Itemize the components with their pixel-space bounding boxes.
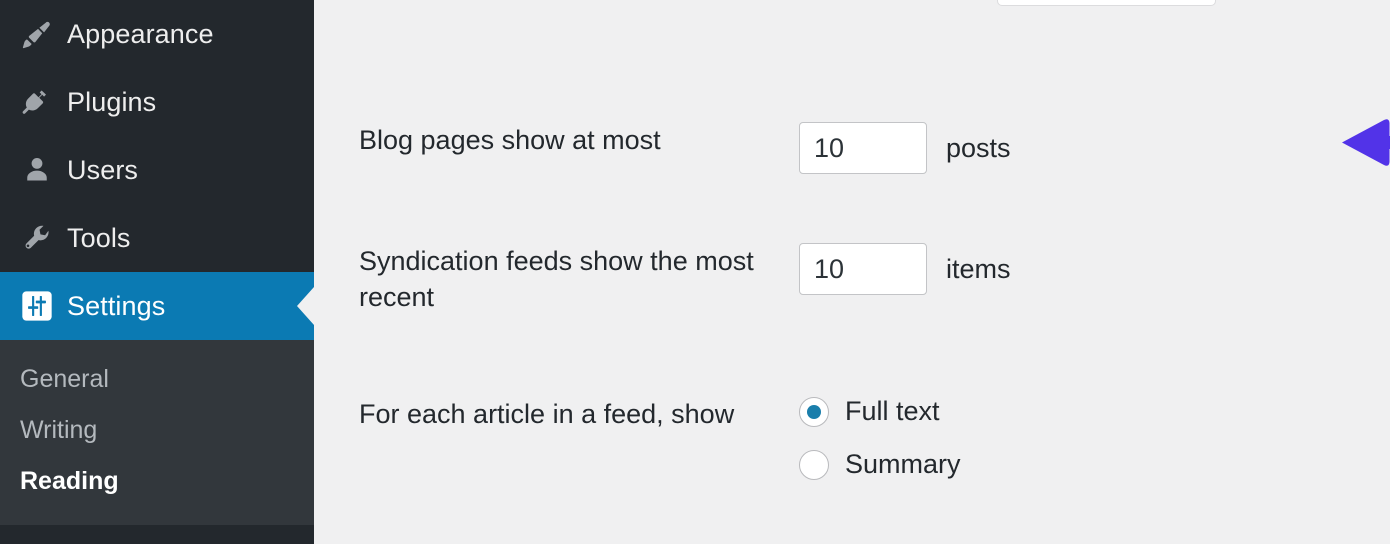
radio-button-summary[interactable] xyxy=(799,449,829,480)
radio-button-full-text[interactable] xyxy=(799,396,829,427)
syndication-feeds-label: Syndication feeds show the most recent xyxy=(359,246,754,312)
sidebar-item-tools[interactable]: Tools xyxy=(0,204,314,272)
submenu-item-writing[interactable]: Writing xyxy=(0,405,314,456)
wrench-icon xyxy=(14,223,60,253)
sidebar-item-users[interactable]: Users xyxy=(0,136,314,204)
partial-field-above-fold[interactable] xyxy=(997,0,1216,6)
settings-reading-content: Blog pages show at most posts Syndicatio… xyxy=(314,0,1390,544)
annotation-arrow-icon xyxy=(1342,119,1390,166)
blog-pages-field: posts xyxy=(799,122,1011,174)
user-icon xyxy=(14,155,60,185)
submenu-item-reading[interactable]: Reading xyxy=(0,456,314,507)
sidebar-item-label: Settings xyxy=(67,290,166,321)
paintbrush-icon xyxy=(14,19,60,49)
radio-label-full-text: Full text xyxy=(845,396,940,426)
syndication-feeds-input[interactable] xyxy=(799,243,927,295)
syndication-feeds-field: items xyxy=(799,243,1011,295)
submenu-item-general[interactable]: General xyxy=(0,354,314,405)
sidebar-item-appearance[interactable]: Appearance xyxy=(0,0,314,68)
blog-pages-row: Blog pages show at most posts xyxy=(359,122,1011,174)
radio-label-summary: Summary xyxy=(845,449,961,479)
sliders-icon xyxy=(14,290,60,322)
feed-article-label: For each article in a feed, show xyxy=(359,399,735,429)
radio-option-full-text[interactable]: Full text xyxy=(799,396,961,427)
blog-pages-unit: posts xyxy=(946,132,1011,163)
radio-dot-icon xyxy=(807,404,821,419)
syndication-feeds-row: Syndication feeds show the most recent i… xyxy=(359,243,1011,315)
plug-icon xyxy=(14,87,60,117)
feed-article-row: For each article in a feed, show Full te… xyxy=(359,396,961,480)
feed-article-options: Full text Summary xyxy=(799,396,961,480)
settings-submenu: General Writing Reading xyxy=(0,340,314,525)
sidebar-item-label: Plugins xyxy=(67,86,157,117)
sidebar-item-label: Users xyxy=(67,154,139,185)
blog-pages-label: Blog pages show at most xyxy=(359,125,661,155)
radio-option-summary[interactable]: Summary xyxy=(799,449,961,480)
sidebar-item-label: Appearance xyxy=(67,18,214,49)
sidebar-item-label: Tools xyxy=(67,222,131,253)
sidebar-item-settings[interactable]: Settings xyxy=(0,272,314,340)
blog-pages-input[interactable] xyxy=(799,122,927,174)
admin-sidebar: Appearance Plugins Users Tools Settings … xyxy=(0,0,314,544)
sidebar-item-plugins[interactable]: Plugins xyxy=(0,68,314,136)
syndication-feeds-unit: items xyxy=(946,253,1011,284)
